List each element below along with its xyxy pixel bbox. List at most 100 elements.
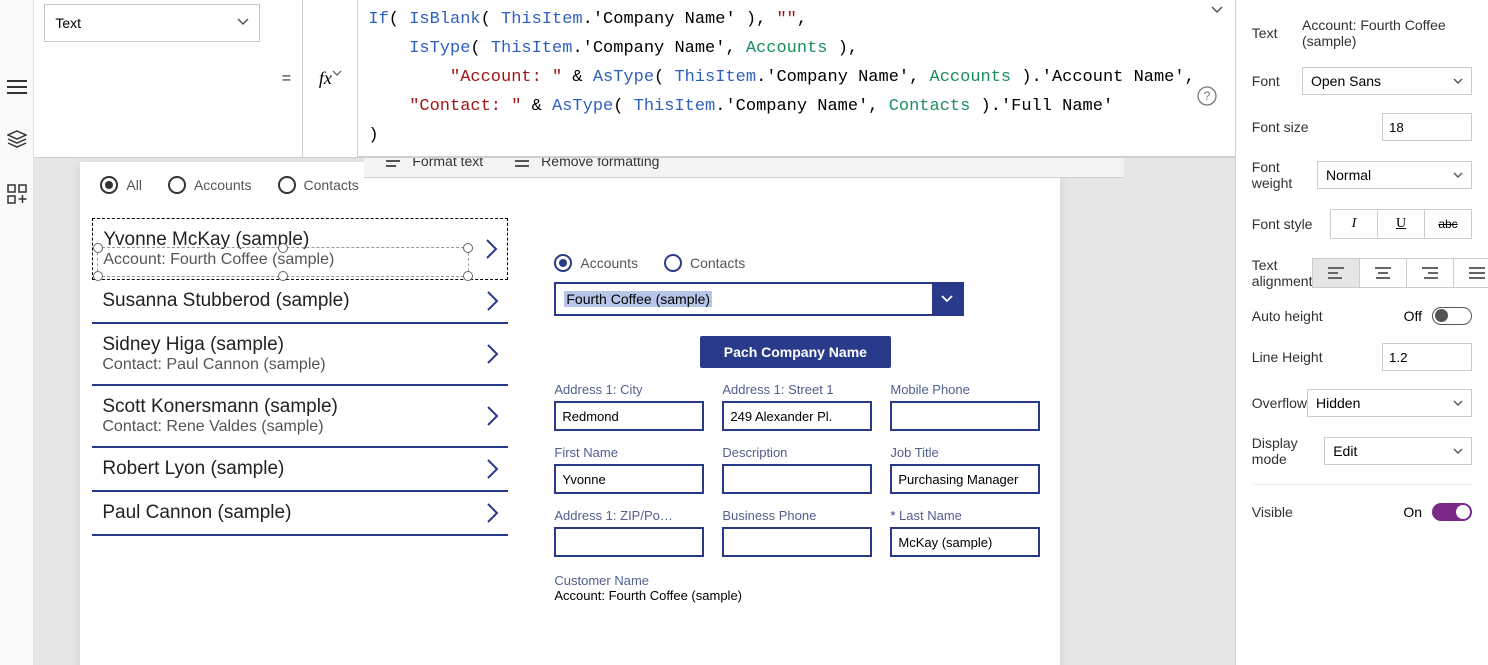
align-justify-button[interactable] (1453, 258, 1488, 288)
mobile-input[interactable] (890, 401, 1040, 431)
radio-contacts[interactable]: Contacts (278, 176, 359, 194)
description-input[interactable] (722, 464, 872, 494)
field-label: Description (722, 445, 872, 460)
left-rail (0, 0, 34, 665)
street-input[interactable] (722, 401, 872, 431)
property-selector-label: Text (55, 15, 81, 31)
underline-button[interactable]: U (1377, 209, 1425, 239)
selected-control-outline (97, 247, 469, 277)
align-center-button[interactable] (1359, 258, 1407, 288)
autoheight-toggle[interactable] (1432, 307, 1472, 325)
prop-align-label: Text alignment (1252, 257, 1313, 289)
radio-contacts-label: Contacts (304, 177, 359, 193)
radio-all-label: All (126, 177, 142, 193)
fontweight-select[interactable]: Normal (1317, 161, 1472, 189)
autoheight-value: Off (1404, 308, 1422, 324)
contacts-gallery: Yvonne McKay (sample) Account: Fourth Co… (80, 208, 520, 546)
field-street: Address 1: Street 1 (722, 382, 872, 431)
field-city: Address 1: City (554, 382, 704, 431)
formula-row: Text = fx If( IsBlank( ThisItem.'Company… (34, 0, 1234, 158)
lineheight-input[interactable] (1382, 343, 1472, 371)
field-label: Address 1: Street 1 (722, 382, 872, 397)
field-firstname: First Name (554, 445, 704, 494)
chevron-down-icon (932, 284, 962, 314)
strikethrough-button[interactable]: abc (1424, 209, 1472, 239)
company-dropdown[interactable]: Fourth Coffee (sample) (554, 282, 964, 316)
businessphone-input[interactable] (722, 527, 872, 557)
radio-icon (100, 176, 118, 194)
align-right-button[interactable] (1406, 258, 1454, 288)
visible-toggle[interactable] (1432, 503, 1472, 521)
gallery-item[interactable]: Yvonne McKay (sample) Account: Fourth Co… (92, 218, 508, 280)
overflow-select[interactable]: Hidden (1307, 389, 1472, 417)
gallery-item[interactable]: Paul Cannon (sample) (92, 492, 508, 536)
app-canvas: All Accounts Contacts Yvonne McKay (samp… (80, 162, 1060, 665)
align-center-icon (1375, 267, 1391, 279)
hamburger-icon[interactable] (7, 80, 27, 94)
fx-button[interactable]: fx (302, 0, 358, 157)
chevron-right-icon[interactable] (486, 290, 500, 312)
italic-button[interactable]: I (1330, 209, 1378, 239)
properties-panel: Text Account: Fourth Coffee (sample) Fon… (1235, 0, 1488, 665)
svg-text:?: ? (1203, 89, 1210, 103)
chevron-down-icon (237, 18, 249, 26)
field-description: Description (722, 445, 872, 494)
equals-sign: = (270, 0, 302, 157)
chevron-down-icon (1453, 78, 1463, 84)
prop-autoheight-label: Auto height (1252, 308, 1323, 324)
detail-radio-contacts[interactable]: Contacts (664, 254, 745, 272)
field-zip: Address 1: ZIP/Po… (554, 508, 704, 557)
detail-radio-accounts[interactable]: Accounts (554, 254, 638, 272)
overflow-value: Hidden (1316, 395, 1360, 411)
gallery-item-title: Paul Cannon (sample) (102, 502, 478, 524)
chevron-down-icon (332, 70, 342, 76)
prop-lineheight-label: Line Height (1252, 349, 1323, 365)
gallery-item-title: Scott Konersmann (sample) (102, 396, 478, 418)
radio-icon (168, 176, 186, 194)
firstname-input[interactable] (554, 464, 704, 494)
gallery-item-title: Susanna Stubberod (sample) (102, 290, 478, 312)
radio-accounts-label: Accounts (194, 177, 252, 193)
customer-name-display: Customer Name Account: Fourth Coffee (sa… (554, 573, 1036, 603)
radio-all[interactable]: All (100, 176, 142, 194)
chevron-right-icon[interactable] (486, 458, 500, 480)
property-selector[interactable]: Text (44, 4, 260, 42)
jobtitle-input[interactable] (890, 464, 1040, 494)
chevron-right-icon[interactable] (486, 405, 500, 427)
field-label: Address 1: ZIP/Po… (554, 508, 704, 523)
radio-accounts[interactable]: Accounts (168, 176, 252, 194)
lastname-input[interactable] (890, 527, 1040, 557)
gallery-item[interactable]: Sidney Higa (sample) Contact: Paul Canno… (92, 324, 508, 386)
prop-fontweight-label: Font weight (1252, 159, 1317, 191)
prop-displaymode-label: Display mode (1252, 435, 1324, 467)
chevron-right-icon[interactable] (486, 343, 500, 365)
font-select[interactable]: Open Sans (1302, 67, 1472, 95)
city-input[interactable] (554, 401, 704, 431)
prop-text-value[interactable]: Account: Fourth Coffee (sample) (1302, 17, 1472, 49)
gallery-item-subtitle: Contact: Paul Cannon (sample) (102, 356, 478, 374)
formula-expand-icon[interactable] (1211, 6, 1223, 14)
fontsize-input[interactable] (1382, 113, 1472, 141)
gallery-item-subtitle: Contact: Rene Valdes (sample) (102, 418, 478, 436)
prop-fontstyle-label: Font style (1252, 216, 1313, 232)
formula-bar[interactable]: If( IsBlank( ThisItem.'Company Name' ), … (358, 0, 1234, 157)
gallery-item[interactable]: Susanna Stubberod (sample) (92, 280, 508, 324)
customer-name-label: Customer Name (554, 573, 1036, 588)
radio-contacts-label: Contacts (690, 255, 745, 271)
prop-overflow-label: Overflow (1252, 395, 1307, 411)
chevron-right-icon[interactable] (485, 238, 499, 260)
prop-fontsize-label: Font size (1252, 119, 1309, 135)
chevron-right-icon[interactable] (486, 502, 500, 524)
prop-visible-label: Visible (1252, 504, 1293, 520)
help-icon[interactable]: ? (1197, 86, 1217, 106)
grid-add-icon[interactable] (7, 184, 27, 204)
zip-input[interactable] (554, 527, 704, 557)
layers-icon[interactable] (7, 130, 27, 148)
gallery-item[interactable]: Scott Konersmann (sample) Contact: Rene … (92, 386, 508, 448)
align-left-button[interactable] (1312, 258, 1360, 288)
gallery-item[interactable]: Robert Lyon (sample) (92, 448, 508, 492)
patch-company-button[interactable]: Pach Company Name (700, 336, 891, 368)
field-label: First Name (554, 445, 704, 460)
displaymode-select[interactable]: Edit (1324, 437, 1472, 465)
field-label: Mobile Phone (890, 382, 1040, 397)
